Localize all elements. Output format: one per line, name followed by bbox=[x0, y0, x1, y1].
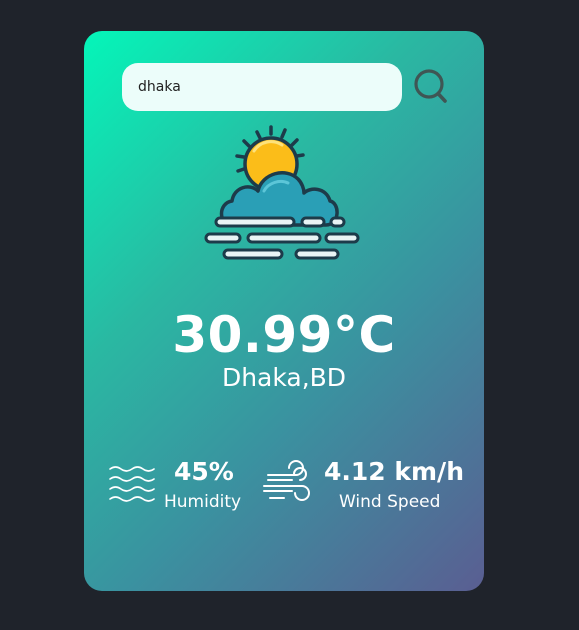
wind-label: Wind Speed bbox=[339, 492, 441, 512]
humidity-waves-icon bbox=[109, 466, 155, 502]
location-name: Dhaka,BD bbox=[221, 363, 347, 392]
wind-icon bbox=[263, 460, 310, 501]
temperature: 30.99°C bbox=[172, 306, 396, 364]
weather-card: 30.99°C Dhaka,BD 45% Humidity 4.12 km bbox=[84, 31, 484, 591]
search-icon bbox=[414, 69, 447, 103]
humidity-stat: 45% Humidity bbox=[108, 455, 248, 525]
humidity-value: 45% bbox=[174, 457, 234, 486]
humidity-label: Humidity bbox=[164, 492, 242, 512]
sun-behind-cloud-mist-icon bbox=[204, 125, 360, 260]
search-input[interactable] bbox=[122, 63, 402, 111]
search-button[interactable] bbox=[410, 64, 450, 110]
wind-value: 4.12 km/h bbox=[324, 457, 464, 486]
weather-condition-icon bbox=[204, 121, 364, 281]
wind-stat: 4.12 km/h Wind Speed bbox=[262, 455, 472, 525]
